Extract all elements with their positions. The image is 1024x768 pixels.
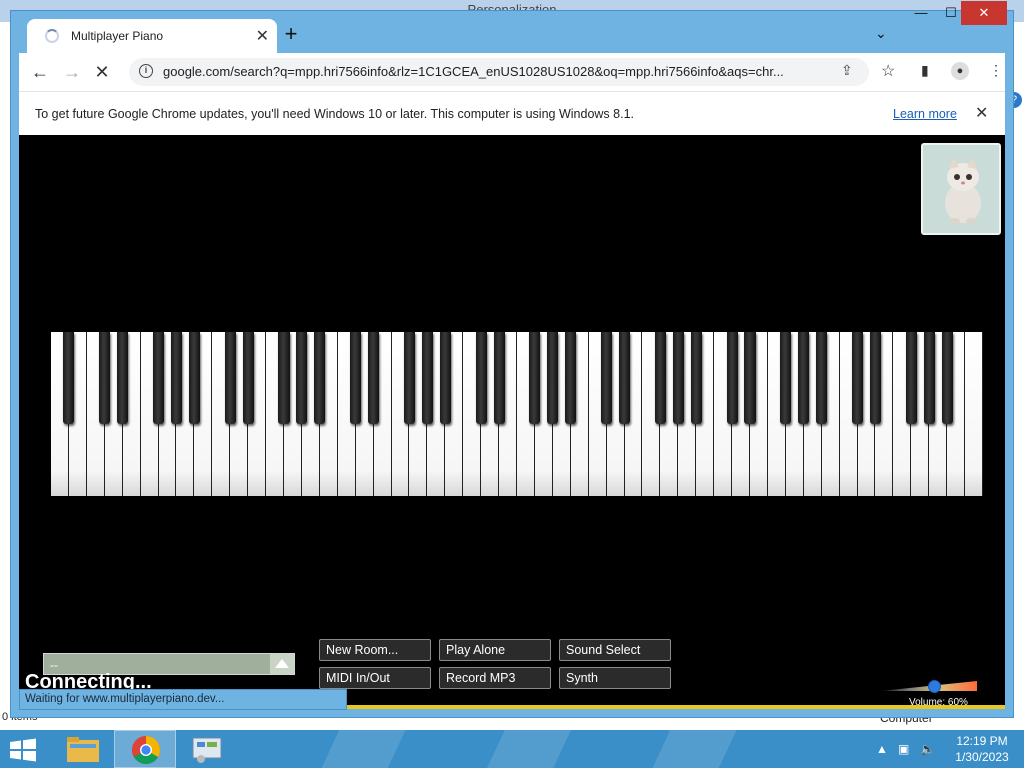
black-key[interactable] — [923, 332, 935, 424]
black-key[interactable] — [475, 332, 487, 424]
white-key[interactable] — [965, 332, 983, 496]
tab-title: Multiplayer Piano — [71, 29, 164, 43]
black-key[interactable] — [601, 332, 613, 424]
chrome-icon — [132, 736, 160, 764]
profile-avatar-icon[interactable]: ● — [951, 62, 969, 80]
show-hidden-icons[interactable]: ▲ — [876, 742, 888, 756]
black-key[interactable] — [296, 332, 308, 424]
black-key[interactable] — [188, 332, 200, 424]
maximize-button[interactable]: ☐ — [939, 1, 963, 25]
black-key[interactable] — [117, 332, 129, 424]
tab-strip: Multiplayer Piano ✕ + ⌄ — ☐ ✕ — [11, 1, 1013, 53]
folder-icon — [67, 737, 99, 762]
address-bar[interactable]: i google.com/search?q=mpp.hri7566info&rl… — [129, 58, 869, 86]
record-mp3-button[interactable]: Record MP3 — [439, 667, 551, 689]
taskbar-file-explorer[interactable] — [52, 730, 114, 768]
black-key[interactable] — [672, 332, 684, 424]
midi-button[interactable]: MIDI In/Out — [319, 667, 431, 689]
stop-loading-icon[interactable]: ✕ — [91, 61, 113, 83]
learn-more-link[interactable]: Learn more — [893, 107, 957, 121]
black-key[interactable] — [618, 332, 631, 424]
system-clock[interactable]: 12:19 PM 1/30/2023 — [950, 733, 1014, 765]
black-key[interactable] — [152, 332, 165, 424]
status-bubble-text: Waiting for www.multiplayerpiano.dev... — [25, 693, 225, 705]
piano-keyboard[interactable] — [51, 332, 983, 496]
infobar-message: To get future Google Chrome updates, you… — [35, 107, 634, 121]
share-icon[interactable]: ⇪ — [841, 62, 853, 79]
black-key[interactable] — [170, 332, 182, 424]
black-key[interactable] — [798, 332, 810, 424]
black-key[interactable] — [439, 332, 451, 424]
black-key[interactable] — [350, 332, 362, 424]
black-key[interactable] — [529, 332, 541, 424]
taskbar-control-panel[interactable] — [176, 730, 238, 768]
sound-select-button[interactable]: Sound Select — [559, 639, 671, 661]
black-key[interactable] — [99, 332, 111, 424]
status-bubble: Waiting for www.multiplayerpiano.dev... — [19, 689, 347, 710]
black-key[interactable] — [493, 332, 505, 424]
close-window-button[interactable]: ✕ — [961, 1, 1007, 25]
black-key[interactable] — [654, 332, 666, 424]
black-key[interactable] — [242, 332, 254, 424]
black-key[interactable] — [278, 332, 290, 424]
black-key[interactable] — [941, 332, 953, 424]
black-key[interactable] — [869, 332, 881, 424]
tab-close-icon[interactable]: ✕ — [256, 26, 269, 46]
site-info-icon[interactable]: i — [139, 64, 153, 78]
chrome-window: Multiplayer Piano ✕ + ⌄ — ☐ ✕ ← → ✕ i go… — [10, 1, 1014, 718]
black-key[interactable] — [690, 332, 702, 424]
black-key[interactable] — [63, 332, 75, 424]
black-key[interactable] — [744, 332, 756, 424]
black-key[interactable] — [314, 332, 326, 424]
chat-expand-arrow-icon[interactable] — [270, 654, 294, 674]
minimize-button[interactable]: — — [909, 1, 933, 25]
piano-page: -- Connecting... New Room... Play Alone … — [19, 135, 1005, 709]
network-icon[interactable]: ▣ — [898, 742, 909, 756]
black-key[interactable] — [421, 332, 433, 424]
loading-spinner-icon — [45, 29, 59, 43]
black-key[interactable] — [905, 332, 917, 424]
chat-input-value: -- — [50, 658, 58, 672]
volume-icon[interactable]: 🔈 — [920, 742, 935, 756]
black-key[interactable] — [726, 332, 738, 424]
volume-slider-knob[interactable] — [928, 680, 941, 693]
taskbar-decoration — [240, 730, 760, 768]
windows-start-icon[interactable] — [8, 738, 38, 762]
tab-search-icon[interactable]: ⌄ — [875, 25, 887, 42]
update-infobar: To get future Google Chrome updates, you… — [19, 91, 1005, 135]
black-key[interactable] — [547, 332, 559, 424]
play-alone-button[interactable]: Play Alone — [439, 639, 551, 661]
clock-time: 12:19 PM — [956, 734, 1008, 748]
taskbar: ▲ ▣ 🔈 12:19 PM 1/30/2023 — [0, 730, 1024, 768]
browser-toolbar: ← → ✕ i google.com/search?q=mpp.hri7566i… — [19, 53, 1005, 91]
synth-button[interactable]: Synth — [559, 667, 671, 689]
black-key[interactable] — [780, 332, 792, 424]
forward-icon[interactable]: → — [61, 61, 83, 83]
back-icon[interactable]: ← — [29, 61, 51, 83]
black-key[interactable] — [851, 332, 864, 424]
black-key[interactable] — [224, 332, 236, 424]
clock-date: 1/30/2023 — [955, 750, 1009, 764]
kitten-icon — [945, 157, 981, 224]
address-url[interactable]: google.com/search?q=mpp.hri7566info&rlz=… — [163, 64, 831, 79]
black-key[interactable] — [368, 332, 380, 424]
taskbar-chrome[interactable] — [114, 730, 176, 768]
new-tab-button[interactable]: + — [279, 23, 303, 47]
black-key[interactable] — [403, 332, 415, 424]
tab-multiplayer-piano[interactable]: Multiplayer Piano ✕ — [27, 19, 277, 53]
menu-dots-icon[interactable]: ⋮ — [989, 62, 1003, 79]
infobar-close-icon[interactable]: ✕ — [975, 103, 988, 123]
side-panel-icon[interactable]: ▮ — [921, 62, 929, 79]
user-avatar[interactable] — [921, 143, 1001, 235]
control-panel-icon — [192, 737, 222, 763]
new-room-button[interactable]: New Room... — [319, 639, 431, 661]
black-key[interactable] — [565, 332, 577, 424]
bookmark-star-icon[interactable]: ☆ — [881, 61, 895, 81]
black-key[interactable] — [816, 332, 828, 424]
